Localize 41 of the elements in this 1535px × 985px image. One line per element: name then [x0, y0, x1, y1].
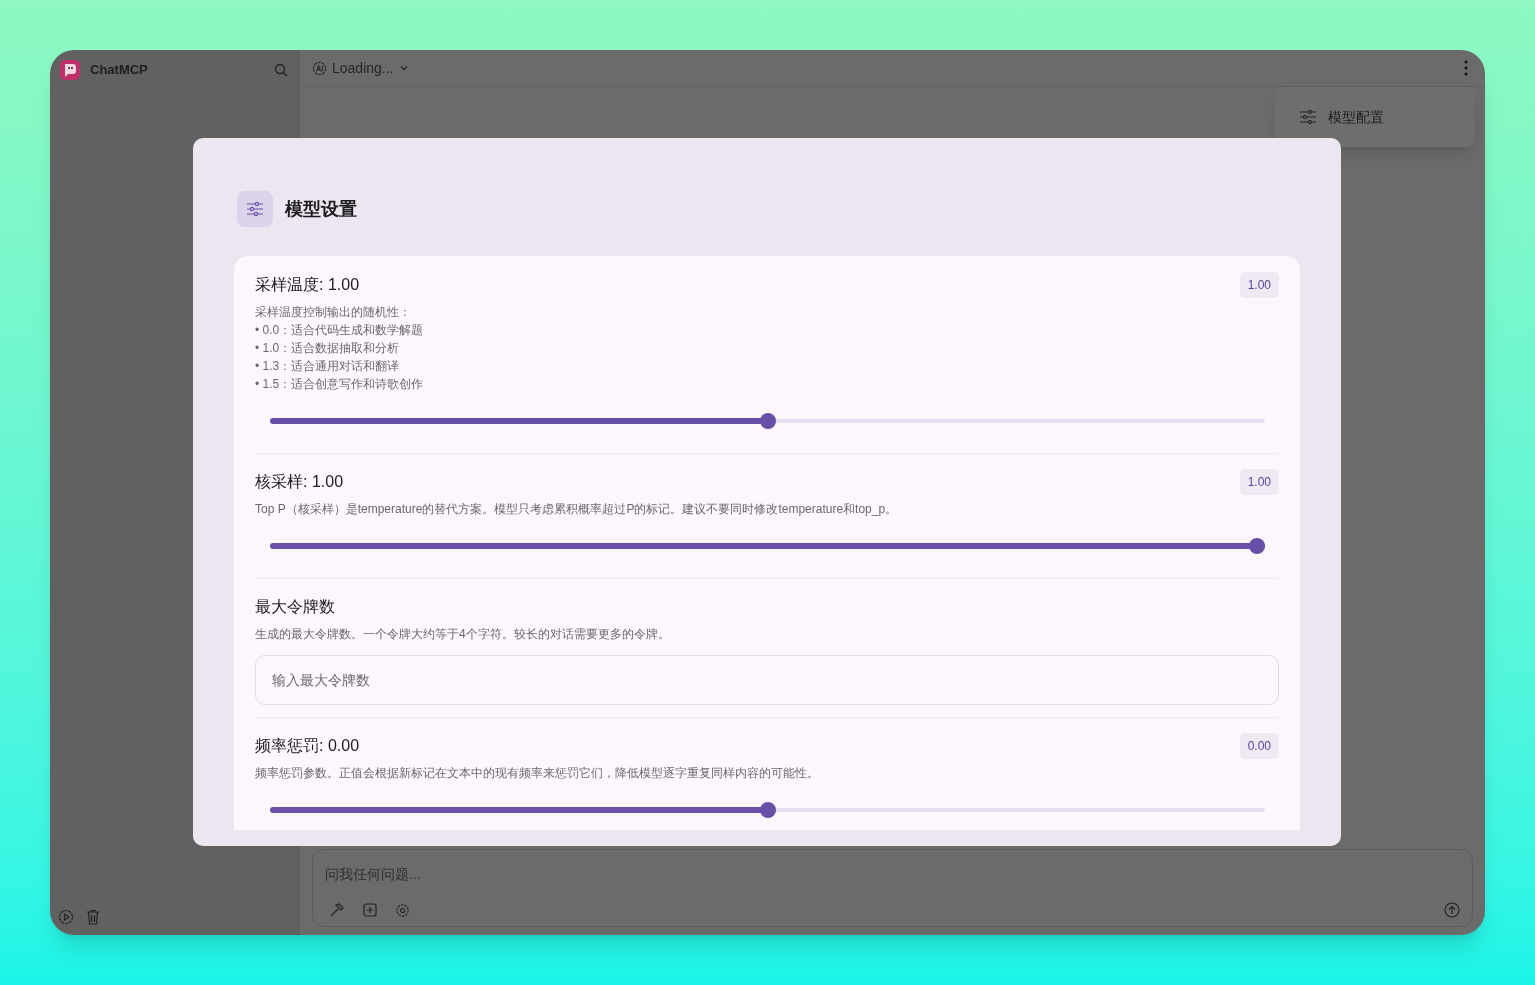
chevron-down-icon	[398, 63, 409, 73]
setting-description: Top P（核采样）是temperature的替代方案。模型只考虑累积概率超过P的标记。建议不要同时修改temperature和top_p。	[255, 501, 899, 518]
more-icon[interactable]	[1464, 60, 1468, 76]
chat-input-box[interactable]: 问我任何问题...	[312, 849, 1473, 927]
play-gear-icon[interactable]	[58, 909, 74, 925]
settings-icon[interactable]	[395, 902, 410, 918]
slider[interactable]	[270, 538, 1265, 554]
setting-description: 采样温度控制输出的随机性：	[255, 304, 412, 321]
slider[interactable]	[270, 413, 1265, 429]
setting-title: 核采样: 1.00	[255, 472, 344, 492]
tune-icon	[1300, 110, 1316, 124]
model-selector[interactable]: Loading...	[312, 57, 409, 79]
setting-title: 频率惩罚: 0.00	[255, 736, 360, 756]
dialog-title: 模型设置	[285, 197, 357, 221]
trash-icon[interactable]	[86, 909, 100, 925]
value-badge: 1.00	[1239, 469, 1279, 495]
setting-title: 最大令牌数	[255, 597, 335, 617]
input-field[interactable]: 输入最大令牌数	[255, 655, 1279, 705]
setting-description: • 1.0：适合数据抽取和分析	[255, 340, 401, 357]
setting-title: 采样温度: 1.00	[255, 275, 360, 295]
hammer-icon[interactable]	[329, 902, 345, 918]
setting-description: • 0.0：适合代码生成和数学解题	[255, 322, 425, 339]
slider-thumb[interactable]	[1249, 538, 1265, 554]
slider[interactable]	[270, 802, 1265, 818]
app-name: ChatMCP	[90, 61, 148, 80]
setting-description: • 1.5：适合创意写作和诗歌创作	[255, 376, 425, 393]
send-icon[interactable]	[1444, 902, 1460, 918]
value-badge: 0.00	[1239, 733, 1279, 759]
setting-description: 频率惩罚参数。正值会根据新标记在文本中的现有频率来惩罚它们，降低模型逐字重复同样内容的可能性。	[255, 765, 820, 782]
app-logo-icon	[60, 60, 80, 80]
setting-description: 生成的最大令牌数。一个令牌大约等于4个字符。较长的对话需要更多的令牌。	[255, 626, 671, 643]
chat-input[interactable]: 问我任何问题...	[325, 864, 1460, 885]
setting-description: • 1.3：适合通用对话和翻译	[255, 358, 401, 375]
slider-thumb[interactable]	[759, 802, 776, 818]
add-box-icon[interactable]	[363, 903, 377, 917]
slider-thumb[interactable]	[759, 413, 776, 429]
badge-icon	[312, 60, 327, 76]
value-badge: 1.00	[1239, 272, 1279, 298]
search-icon[interactable]	[274, 63, 288, 77]
tune-icon	[237, 191, 273, 227]
menu-item[interactable]: 模型配置	[1275, 106, 1384, 128]
